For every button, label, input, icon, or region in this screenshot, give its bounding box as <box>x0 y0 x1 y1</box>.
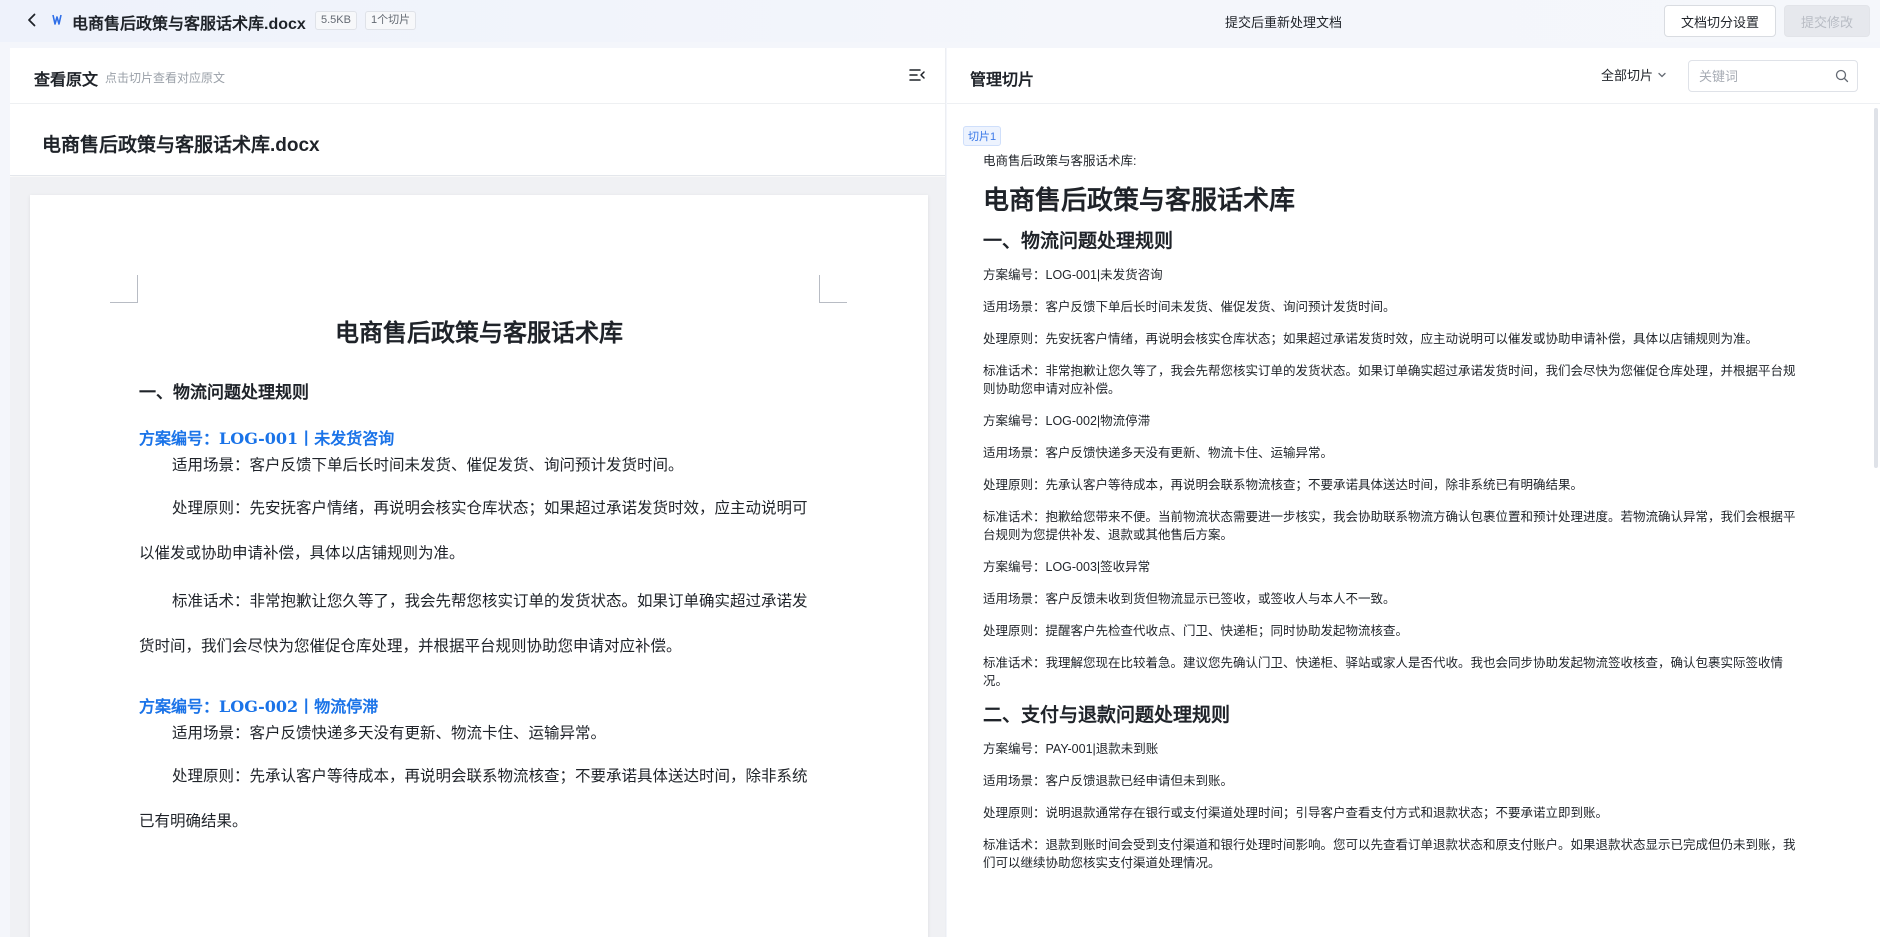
left-panel-hint: 点击切片查看对应原文 <box>105 71 226 85</box>
doc-case-title: 方案编号：LOG-001丨未发货咨询 <box>139 429 395 448</box>
chunk-text-line: 标准话术：抱歉给您带来不便。当前物流状态需要进一步核实，我会协助联系物流方确认包… <box>983 510 1796 542</box>
chunk-text-line: 方案编号：LOG-001|未发货咨询 <box>983 268 1163 282</box>
word-file-icon <box>52 14 62 25</box>
doc-viewport[interactable]: 电商售后政策与客服话术库 一、物流问题处理规则 方案编号：LOG-001丨未发货… <box>10 177 945 937</box>
page-body: 电商售后政策与客服话术库 一、物流问题处理规则 方案编号：LOG-001丨未发货… <box>139 305 819 844</box>
resubmit-hint: 提交后重新处理文档 <box>1224 15 1342 30</box>
doc-paragraph: 适用场景：客户反馈下单后长时间未发货、催促发货、询问预计发货时间。 <box>172 457 684 474</box>
doc-paragraph: 标准话术：非常抱歉让您久等了，我会先帮您核实订单的发货状态。如果订单确实超过承诺… <box>139 593 808 655</box>
chunk-filter-select[interactable]: 全部切片 <box>1601 65 1667 84</box>
chunk-text-line: 方案编号：LOG-003|签收异常 <box>983 560 1151 574</box>
doc-paragraph: 适用场景：客户反馈快递多天没有更新、物流卡住、运输异常。 <box>172 725 607 742</box>
chunk-heading: 二、支付与退款问题处理规则 <box>983 705 1231 726</box>
page-corner-mark <box>110 275 138 303</box>
page-corner-mark <box>819 275 847 303</box>
search-box[interactable] <box>1688 60 1858 92</box>
doc-heading-title: 电商售后政策与客服话术库 <box>335 318 623 347</box>
doc-name-bar: 电商售后政策与客服话术库.docx <box>10 104 945 176</box>
left-panel-header: 查看原文 点击切片查看对应原文 <box>10 48 945 104</box>
file-title: 电商售后政策与客服话术库.docx <box>72 16 306 33</box>
chunk-text-line: 处理原则：先安抚客户情绪，再说明会核实仓库状态；如果超过承诺发货时效，应主动说明… <box>983 332 1759 346</box>
chunk-card[interactable]: 切片1 电商售后政策与客服话术库: 电商售后政策与客服话术库 一、物流问题处理规… <box>963 126 1803 872</box>
chunk-text-line: 方案编号：LOG-002|物流停滞 <box>983 414 1151 428</box>
chunk-text-line: 标准话术：我理解您现在比较着急。建议您先确认门卫、快递柜、驿站或家人是否代收。我… <box>983 656 1784 688</box>
back-button[interactable] <box>22 10 42 30</box>
right-panel-title: 管理切片 <box>970 72 1035 89</box>
top-bar: 电商售后政策与客服话术库.docx 5.5KB 1个切片 提交后重新处理文档 文… <box>0 0 1880 42</box>
chunk-text-line: 电商售后政策与客服话术库: <box>983 154 1137 168</box>
doc-case-title: 方案编号：LOG-002丨物流停滞 <box>139 697 379 716</box>
chunk-text-line: 标准话术：非常抱歉让您久等了，我会先帮您核实订单的发货状态。如果订单确实超过承诺… <box>983 364 1796 396</box>
split-settings-button[interactable]: 文档切分设置 <box>1664 5 1776 37</box>
chunk-count-badge: 1个切片 <box>365 11 417 30</box>
left-panel-title: 查看原文 <box>34 72 99 89</box>
chunk-text-line: 适用场景：客户反馈退款已经申请但未到账。 <box>983 774 1234 788</box>
chunk-text-line: 适用场景：客户反馈下单后长时间未发货、催促发货、询问预计发货时间。 <box>983 300 1396 314</box>
chunk-text-line: 处理原则：提醒客户先检查代收点、门卫、快递柜；同时协助发起物流核查。 <box>983 624 1409 638</box>
chunk-text-line: 适用场景：客户反馈未收到货但物流显示已签收，或签收人与本人不一致。 <box>983 592 1396 606</box>
chevron-down-icon <box>1658 72 1666 77</box>
chunk-text-line: 处理原则：先承认客户等待成本，再说明会联系物流核查；不要承诺具体送达时间，除非系… <box>983 478 1584 492</box>
chunk-heading: 一、物流问题处理规则 <box>983 231 1174 252</box>
chunk-text-line: 标准话术：退款到账时间会受到支付渠道和银行处理时间影响。您可以先查看订单退款状态… <box>983 838 1796 870</box>
outline-toggle-icon[interactable] <box>908 66 926 84</box>
chunk-filter-label: 全部切片 <box>1601 68 1654 83</box>
scrollbar[interactable] <box>1874 108 1878 468</box>
doc-paragraph: 处理原则：先安抚客户情绪，再说明会核实仓库状态；如果超过承诺发货时效，应主动说明… <box>139 500 808 562</box>
search-icon[interactable] <box>1835 69 1849 83</box>
chunk-badge: 切片1 <box>963 126 1002 146</box>
chunk-text-line: 适用场景：客户反馈快递多天没有更新、物流卡住、运输异常。 <box>983 446 1334 460</box>
file-size-badge: 5.5KB <box>315 11 357 30</box>
chunk-title: 电商售后政策与客服话术库 <box>983 185 1296 215</box>
right-panel-header: 管理切片 全部切片 <box>947 48 1880 104</box>
original-doc-panel: 查看原文 点击切片查看对应原文 电商售后政策与客服话术库.docx 电商售后政策… <box>10 48 946 937</box>
chunk-manager-panel: 管理切片 全部切片 切片1 电商售后政策与客服话术库: 电商售后政策与客服话术库… <box>947 48 1880 937</box>
chunk-text-line: 方案编号：PAY-001|退款未到账 <box>983 742 1159 756</box>
chunk-text-line: 处理原则：说明退款通常存在银行或支付渠道处理时间；引导客户查看支付方式和退款状态… <box>983 806 1609 820</box>
submit-changes-button[interactable]: 提交修改 <box>1784 5 1870 37</box>
search-input[interactable] <box>1689 61 1819 91</box>
back-icon <box>28 13 36 27</box>
doc-page: 电商售后政策与客服话术库 一、物流问题处理规则 方案编号：LOG-001丨未发货… <box>30 195 928 937</box>
doc-paragraph: 处理原则：先承认客户等待成本，再说明会联系物流核查；不要承诺具体送达时间，除非系… <box>139 768 808 830</box>
doc-name: 电商售后政策与客服话术库.docx <box>42 135 320 156</box>
doc-section-heading: 一、物流问题处理规则 <box>139 383 309 403</box>
